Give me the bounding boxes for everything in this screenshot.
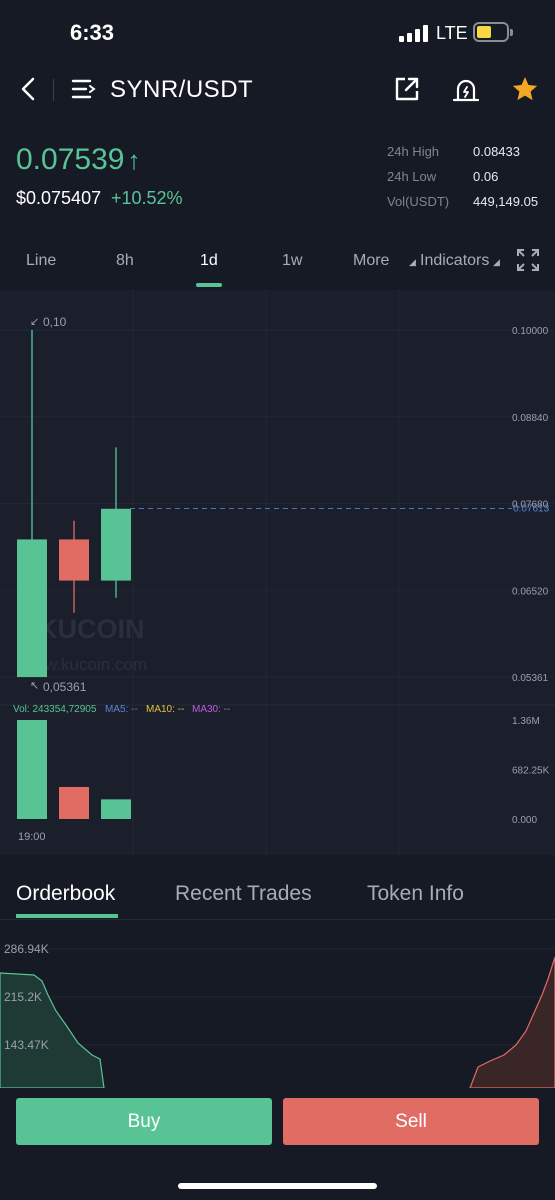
watermark-url: w.kucoin.com bbox=[44, 655, 147, 674]
more-caret-icon: ◢ bbox=[409, 257, 416, 267]
volume-label: Vol(USDT) bbox=[387, 194, 450, 209]
price-tick-label: 0.10000 bbox=[512, 326, 549, 337]
price-up-arrow-icon: ↑ bbox=[127, 145, 141, 175]
tab-more[interactable]: More bbox=[353, 252, 389, 270]
low-24h-value: 0.06 bbox=[473, 169, 499, 184]
tab-token-info[interactable]: Token Info bbox=[367, 882, 464, 906]
high-24h-label: 24h High bbox=[387, 144, 440, 159]
ma10-legend-text: MA10: -- bbox=[146, 704, 184, 715]
indicators-caret-icon: ◢ bbox=[493, 257, 500, 267]
back-chevron-icon[interactable] bbox=[12, 72, 46, 106]
share-icon[interactable] bbox=[390, 72, 424, 106]
volume-axis: 1.36M 682.25K 0.000 bbox=[512, 716, 550, 826]
kline-chart[interactable]: KUCOIN w.kucoin.com 0.10000 0.08840 0.0768… bbox=[0, 290, 555, 855]
tab-8h[interactable]: 8h bbox=[116, 252, 134, 270]
tab-indicators[interactable]: Indicators bbox=[420, 252, 489, 270]
x-axis-label: 19:00 bbox=[18, 831, 46, 843]
volume-tick-label: 1.36M bbox=[512, 716, 540, 727]
menu-lines-icon[interactable] bbox=[66, 72, 100, 106]
volume-bar bbox=[101, 799, 131, 819]
volume-tick-label: 0.000 bbox=[512, 815, 537, 826]
depth-label-2: 215.2K bbox=[4, 990, 42, 1004]
price-change: +10.52% bbox=[111, 188, 183, 208]
orderbook-tabs: Orderbook Recent Trades Token Info bbox=[0, 868, 555, 920]
buy-button[interactable]: Buy bbox=[16, 1098, 272, 1145]
min-arrow-icon: ↖ bbox=[30, 679, 39, 692]
tab-1w[interactable]: 1w bbox=[282, 252, 302, 270]
battery-icon bbox=[473, 22, 509, 42]
volume-legend: Vol: 243354,72905 MA5: -- MA10: -- MA30:… bbox=[13, 704, 230, 715]
favorite-star-icon[interactable] bbox=[508, 72, 542, 106]
price-tick-label: 0.06520 bbox=[512, 586, 549, 597]
price-tick-label: 0.08840 bbox=[512, 413, 549, 424]
high-24h-value: 0.08433 bbox=[473, 144, 520, 159]
volume-bars bbox=[17, 720, 131, 819]
active-tab-indicator bbox=[196, 283, 222, 287]
current-price-label: 0.07613 bbox=[513, 504, 550, 515]
candle-body bbox=[17, 539, 47, 678]
depth-label-3: 143.47K bbox=[4, 1038, 49, 1052]
max-arrow-icon: ↙ bbox=[30, 315, 39, 328]
timeframe-tabs: Line 8h 1d 1w More ◢ Indicators ◢ bbox=[0, 238, 555, 288]
pair-title[interactable]: SYNR/USDT bbox=[110, 76, 253, 104]
cellular-signal-icon bbox=[399, 24, 428, 42]
min-label: 0,05361 bbox=[43, 680, 87, 694]
tab-orderbook[interactable]: Orderbook bbox=[16, 882, 115, 906]
vol-legend-text: Vol: 243354,72905 bbox=[13, 704, 97, 715]
tab-recent-trades[interactable]: Recent Trades bbox=[175, 882, 312, 906]
low-24h-label: 24h Low bbox=[387, 169, 437, 184]
sell-button[interactable]: Sell bbox=[283, 1098, 539, 1145]
header-divider bbox=[53, 79, 54, 101]
volume-tick-label: 682.25K bbox=[512, 765, 550, 776]
price-alert-icon[interactable] bbox=[449, 72, 483, 106]
ma5-legend-text: MA5: -- bbox=[105, 704, 138, 715]
volume-bar bbox=[59, 786, 89, 819]
battery-tip bbox=[510, 29, 513, 36]
price-usd: $0.075407 bbox=[16, 188, 102, 208]
last-price: 0.07539 ↑ bbox=[16, 143, 141, 176]
depth-chart: 286.94K 215.2K 143.47K bbox=[0, 942, 555, 1088]
tab-1d[interactable]: 1d bbox=[200, 252, 218, 270]
kline-svg: KUCOIN w.kucoin.com 0.100000.088400.0768… bbox=[0, 290, 555, 855]
fullscreen-icon[interactable] bbox=[516, 248, 540, 277]
candle-body bbox=[59, 539, 89, 581]
volume-value: 449,149.05 bbox=[473, 194, 539, 209]
orderbook-tab-indicator bbox=[16, 914, 118, 918]
status-time: 6:33 bbox=[70, 20, 115, 45]
watermark-brand: KUCOIN bbox=[38, 614, 145, 644]
max-label: 0,10 bbox=[43, 315, 67, 329]
ask-depth-area bbox=[469, 956, 555, 1088]
tab-line[interactable]: Line bbox=[26, 252, 56, 270]
network-type: LTE bbox=[436, 23, 468, 43]
volume-bar bbox=[17, 720, 47, 819]
price-tick-label: 0.05361 bbox=[512, 673, 549, 684]
ma30-legend-text: MA30: -- bbox=[192, 704, 230, 715]
depth-label-1: 286.94K bbox=[4, 942, 49, 956]
home-indicator bbox=[178, 1183, 377, 1189]
candle-body bbox=[101, 508, 131, 581]
